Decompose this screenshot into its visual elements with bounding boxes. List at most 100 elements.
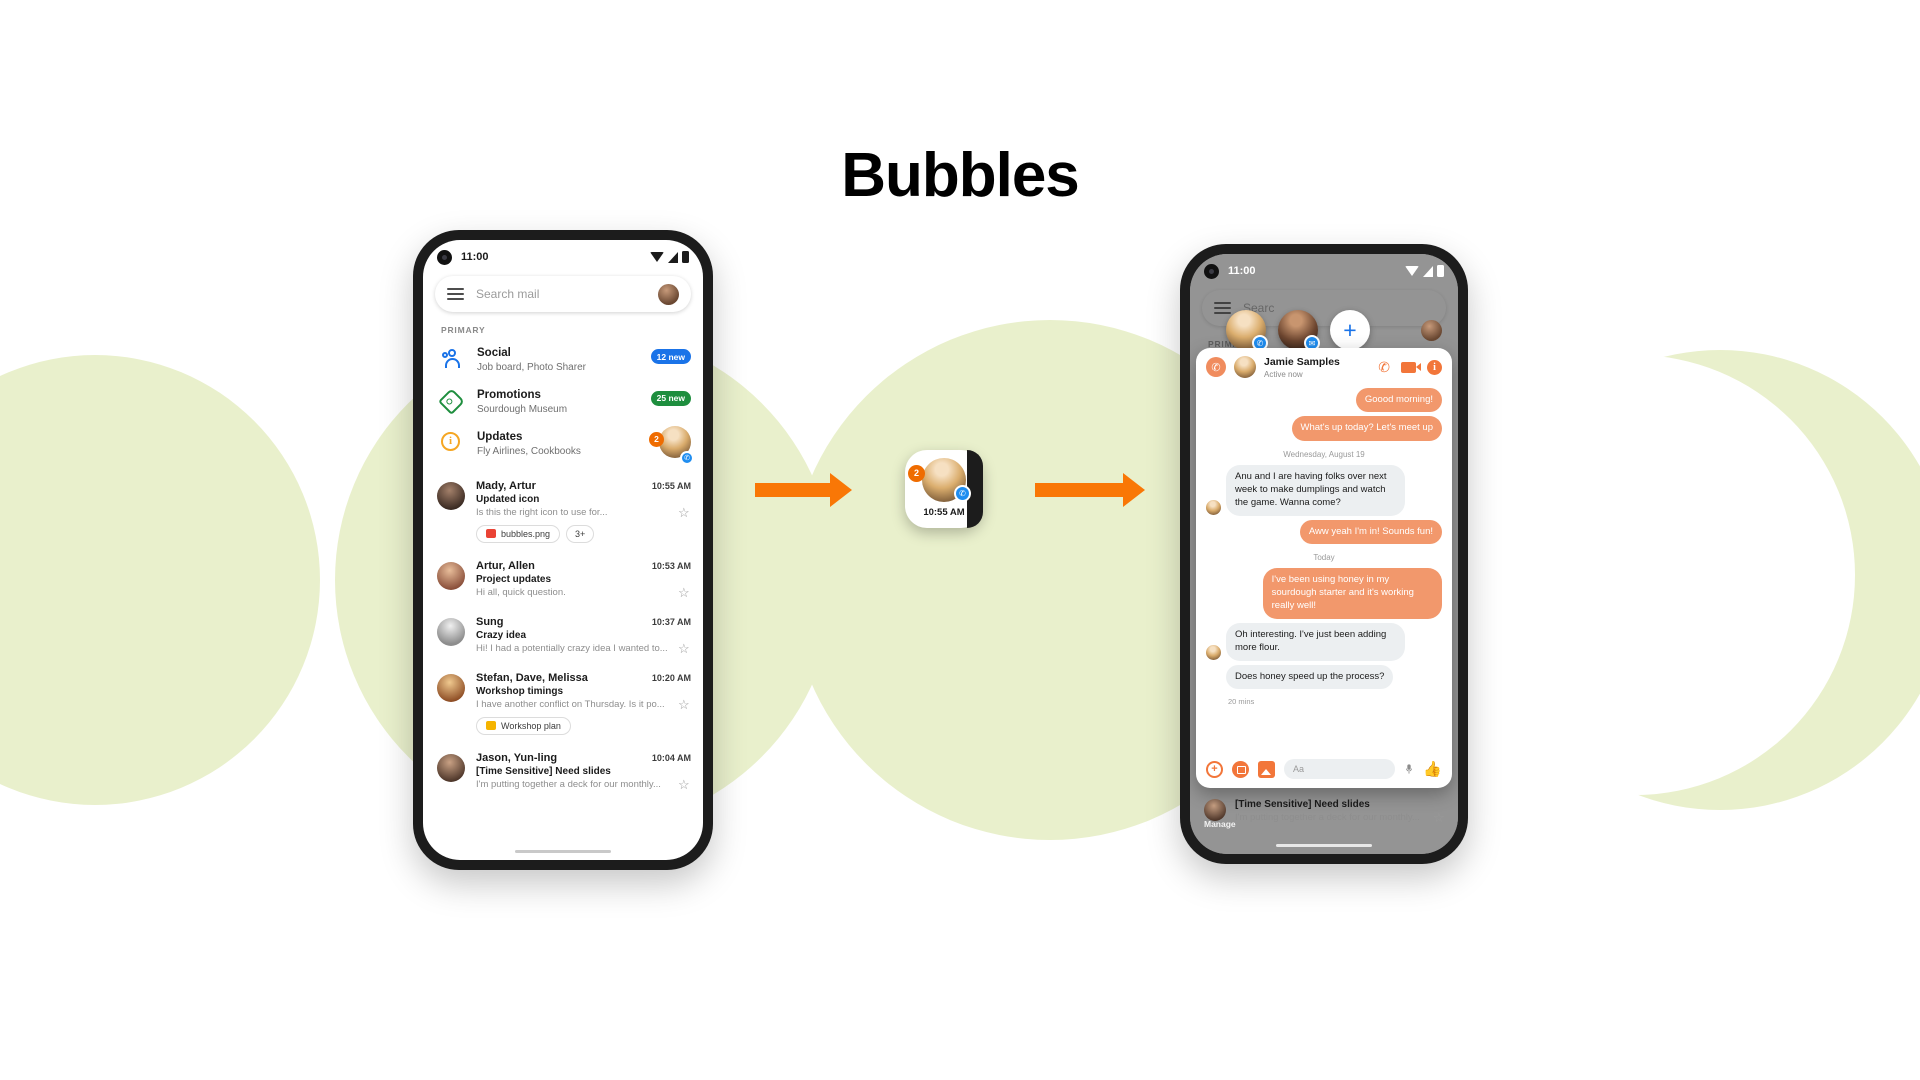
mail-sender: Sung: [476, 615, 504, 628]
floating-chat-bubble[interactable]: 2 ✆ 10:55 AM: [905, 450, 983, 528]
message-row: Oh interesting. I've just been adding mo…: [1206, 622, 1442, 661]
mail-sender: Artur, Allen: [476, 559, 535, 572]
category-subtitle: Job board, Photo Sharer: [477, 362, 586, 374]
battery-icon: [1437, 265, 1444, 277]
attachment-name: bubbles.png: [501, 528, 551, 539]
chat-bubble-preview[interactable]: 2 ✆: [649, 425, 694, 465]
camera-punchhole-icon: [1204, 263, 1219, 279]
status-bar: 11:00: [1190, 254, 1458, 288]
star-icon[interactable]: ☆: [678, 506, 691, 519]
message-composer: + Aa 👍: [1196, 752, 1452, 788]
attachment-chip[interactable]: bubbles.png: [476, 524, 561, 543]
mail-sender: Stefan, Dave, Melissa: [476, 671, 588, 684]
table-row[interactable]: Stefan, Dave, Melissa 10:20 AM Workshop …: [423, 663, 703, 743]
table-row[interactable]: Artur, Allen 10:53 AM Project updates Hi…: [423, 551, 703, 607]
message-bubble: Aww yeah I'm in! Sounds fun!: [1299, 519, 1442, 545]
category-row-promotions[interactable]: Promotions Sourdough Museum 25 new: [423, 382, 703, 424]
mail-subject: Updated icon: [476, 493, 540, 505]
mail-subject: [Time Sensitive] Need slides: [476, 765, 611, 777]
image-file-icon: [486, 529, 496, 539]
day-separator: Wednesday, August 19: [1283, 450, 1365, 460]
category-subtitle: Fly Airlines, Cookbooks: [477, 446, 581, 458]
camera-icon[interactable]: [1232, 760, 1249, 778]
gallery-icon[interactable]: [1258, 760, 1275, 778]
chat-actions: ✆ i: [1378, 359, 1442, 375]
mail-snippet: I'm putting together a deck for our mont…: [476, 778, 661, 790]
table-row[interactable]: Sung 10:37 AM Crazy idea Hi! I had a pot…: [423, 607, 703, 663]
signal-icon: [668, 251, 678, 263]
add-bubble-button[interactable]: +: [1330, 310, 1370, 350]
plus-icon[interactable]: +: [1206, 760, 1223, 778]
message-bubble: Goood morning!: [1355, 387, 1442, 413]
message-row: What's up today? Let's meet up: [1206, 416, 1442, 442]
account-avatar[interactable]: [1421, 319, 1442, 341]
message-bubble: What's up today? Let's meet up: [1291, 416, 1442, 442]
call-icon[interactable]: ✆: [1378, 360, 1390, 374]
mail-snippet: Hi all, quick question.: [476, 586, 566, 598]
avatar: [1204, 799, 1226, 821]
search-bar[interactable]: Search mail: [435, 276, 691, 312]
screenshot-root: Bubbles 11:00 Search mail PRIMARY Social…: [0, 0, 1920, 1080]
mail-time: 10:37 AM: [651, 616, 691, 627]
messenger-icon: ✆: [954, 484, 971, 502]
avatar: [437, 481, 465, 510]
star-icon[interactable]: ☆: [678, 778, 691, 791]
background-circle-inner: [1415, 355, 1855, 795]
status-time: 11:00: [461, 251, 489, 263]
unread-count-badge: 2: [649, 431, 664, 447]
bubble-second[interactable]: ✉: [1278, 310, 1320, 351]
video-icon[interactable]: [1401, 361, 1421, 373]
doc-file-icon: [486, 721, 496, 731]
camera-punchhole-icon: [437, 249, 452, 265]
category-title: Updates: [477, 430, 523, 443]
messenger-icon: ✆: [680, 450, 694, 465]
star-icon[interactable]: ☆: [678, 642, 691, 655]
star-icon[interactable]: ☆: [678, 586, 691, 599]
table-row[interactable]: Mady, Artur 10:55 AM Updated icon Is thi…: [423, 471, 703, 551]
star-icon[interactable]: ☆: [1433, 811, 1446, 824]
thumbs-up-icon[interactable]: 👍: [1423, 762, 1442, 777]
mail-snippet: I'm putting together a deck for our mont…: [1235, 812, 1420, 823]
avatar[interactable]: [1234, 356, 1256, 379]
bubble-jamie[interactable]: ✆: [1226, 310, 1268, 351]
mail-time: 10:20 AM: [651, 672, 691, 683]
avatar: [437, 753, 465, 782]
wifi-icon: [1405, 266, 1419, 276]
search-input[interactable]: Search mail: [476, 287, 646, 301]
page-title: Bubbles: [841, 141, 1080, 210]
background-circle: [0, 355, 320, 805]
category-row-updates[interactable]: i Updates Fly Airlines, Cookbooks 2 ✆: [423, 424, 703, 471]
unread-count-badge: 2: [908, 464, 925, 482]
mail-subject: [Time Sensitive] Need slides: [1235, 799, 1370, 810]
avatar-spacer: [1206, 673, 1221, 688]
bubble-timestamp: 10:55 AM: [923, 506, 965, 518]
info-icon[interactable]: i: [1427, 359, 1442, 375]
manage-button[interactable]: Manage: [1204, 819, 1236, 829]
phone-right: 11:00 Searc PRIMARY [Time Sensitive] Nee…: [1180, 244, 1468, 864]
attachment-more-chip[interactable]: 3+: [566, 524, 595, 543]
home-indicator: [515, 850, 611, 853]
hamburger-menu-icon[interactable]: [447, 288, 464, 300]
category-row-social[interactable]: Social Job board, Photo Sharer 12 new: [423, 340, 703, 382]
star-icon[interactable]: ☆: [678, 698, 691, 711]
status-icons: [650, 251, 689, 263]
attachment-chip[interactable]: Workshop plan: [476, 716, 571, 735]
flow-arrow: [1035, 473, 1145, 507]
messenger-icon: ✆: [1206, 357, 1226, 378]
status-icons: [1405, 265, 1444, 277]
mail-subject: Workshop timings: [476, 685, 564, 697]
status-time: 11:00: [1228, 265, 1256, 277]
home-indicator: [1276, 844, 1372, 847]
account-avatar[interactable]: [658, 283, 679, 305]
avatar: [437, 673, 465, 702]
message-list: Goood morning! What's up today? Let's me…: [1196, 386, 1452, 752]
battery-icon: [682, 251, 689, 263]
table-row[interactable]: Jason, Yun-ling 10:04 AM [Time Sensitive…: [423, 743, 703, 799]
signal-icon: [1423, 265, 1433, 277]
message-row: I've been using honey in my sourdough st…: [1206, 568, 1442, 619]
message-input[interactable]: Aa: [1284, 759, 1396, 779]
mail-sender: Jason, Yun-ling: [476, 751, 558, 764]
mic-icon[interactable]: [1404, 762, 1414, 776]
wifi-icon: [650, 252, 664, 262]
avatar: [437, 561, 465, 590]
